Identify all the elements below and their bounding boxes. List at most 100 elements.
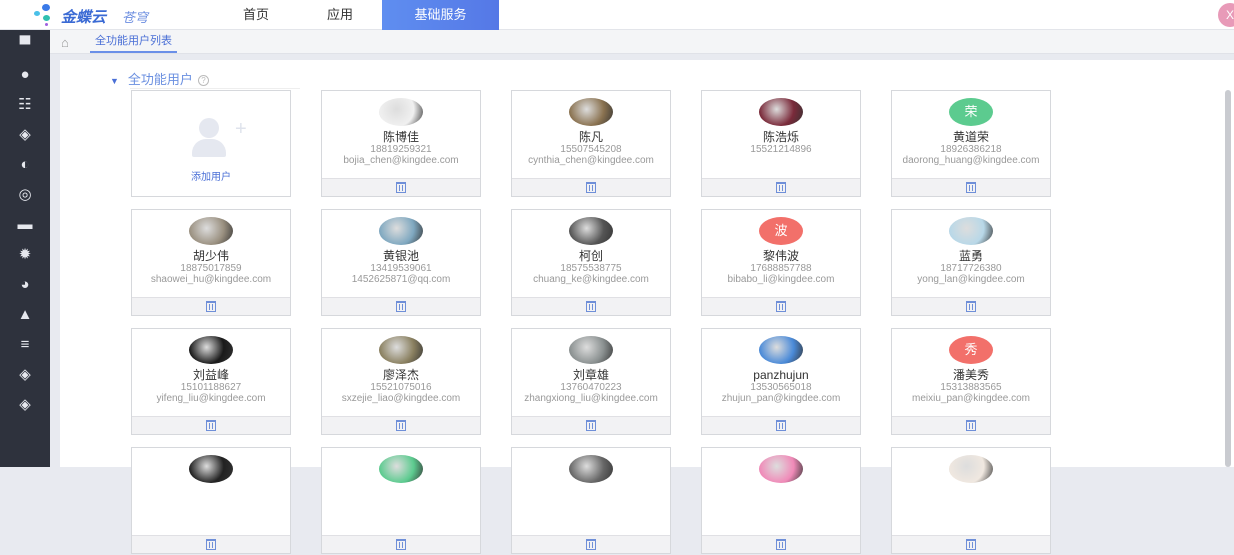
compass-icon[interactable]: ◎ — [15, 187, 35, 203]
logo[interactable]: 金蝶云 苍穹 — [34, 4, 174, 26]
user-email: bojia_chen@kingdee.com — [343, 155, 459, 166]
user-email: meixiu_pan@kingdee.com — [912, 393, 1030, 404]
card-footer — [512, 535, 670, 553]
user-card[interactable]: 黄银池 13419539061 1452625871@qq.com — [321, 209, 481, 316]
user-phone: 15521075016 — [370, 382, 432, 393]
section-title: 全功能用户 — [127, 72, 193, 87]
user-card[interactable]: 刘章雄 13760470223 zhangxiong_liu@kingdee.com — [511, 328, 671, 435]
delete-trash-icon[interactable] — [586, 301, 596, 312]
user-card[interactable] — [891, 447, 1051, 554]
card-footer — [322, 416, 480, 434]
add-user-card[interactable]: + 添加用户 — [131, 90, 291, 197]
user-email: zhangxiong_liu@kingdee.com — [524, 393, 658, 404]
delete-trash-icon[interactable] — [966, 182, 976, 193]
nav-basic-services[interactable]: 基础服务 — [382, 0, 499, 30]
user-avatar: 秀 — [949, 336, 993, 364]
user-card[interactable] — [701, 447, 861, 554]
section-header[interactable]: ▼ 全功能用户? — [110, 69, 209, 88]
gear-icon[interactable]: ✹ — [15, 247, 35, 263]
card-footer — [702, 416, 860, 434]
card-footer — [892, 178, 1050, 196]
user-phone: 13530565018 — [750, 382, 812, 393]
user-phone: 17688857788 — [750, 263, 812, 274]
user-card[interactable]: 荣黄道荣 18926386218 daorong_huang@kingdee.com — [891, 90, 1051, 197]
breadcrumb: ⌂ 全功能用户列表 — [50, 30, 1234, 54]
user-name: 陈凡 — [578, 130, 603, 144]
top-bar: 金蝶云 苍穹 首页 应用 基础服务 X — [0, 0, 1234, 30]
user-card[interactable]: 波黎伟波 17688857788 bibabo_li@kingdee.com — [701, 209, 861, 316]
nav-apps[interactable]: 应用 — [306, 0, 374, 30]
user-avatar — [379, 217, 423, 245]
tab-user-list[interactable]: 全功能用户列表 — [90, 30, 177, 53]
user-card[interactable]: 蓝勇 18717726380 yong_lan@kingdee.com — [891, 209, 1051, 316]
caret-down-icon: ▼ — [110, 76, 119, 86]
user-card[interactable]: 陈凡 15507545208 cynthia_chen@kingdee.com — [511, 90, 671, 197]
list-icon[interactable]: ≡ — [15, 337, 35, 353]
user-phone: 18575538775 — [560, 263, 622, 274]
user-card[interactable] — [321, 447, 481, 554]
user-card[interactable]: 柯创 18575538775 chuang_ke@kingdee.com — [511, 209, 671, 316]
delete-trash-icon[interactable] — [776, 301, 786, 312]
delete-trash-icon[interactable] — [966, 301, 976, 312]
delete-trash-icon[interactable] — [966, 420, 976, 431]
delete-trash-icon[interactable] — [776, 182, 786, 193]
card-footer — [322, 297, 480, 315]
delete-trash-icon[interactable] — [586, 420, 596, 431]
delete-trash-icon[interactable] — [206, 301, 216, 312]
nav-home[interactable]: 首页 — [222, 0, 290, 30]
help-icon[interactable]: ? — [197, 75, 209, 86]
user-avatar — [189, 217, 233, 245]
delete-trash-icon[interactable] — [776, 420, 786, 431]
delete-trash-icon[interactable] — [206, 420, 216, 431]
add-person-icon: + — [191, 118, 247, 158]
delete-trash-icon[interactable] — [396, 182, 406, 193]
user-card[interactable]: panzhujun 13530565018 zhujun_pan@kingdee.c… — [701, 328, 861, 435]
layers-icon[interactable]: ◈ — [15, 397, 35, 413]
user-phone: 13760470223 — [560, 382, 622, 393]
user-card[interactable] — [131, 447, 291, 554]
user-avatar — [569, 217, 613, 245]
delete-trash-icon[interactable] — [396, 539, 406, 550]
scrollbar[interactable] — [1225, 90, 1231, 467]
shield-icon[interactable]: ◐ — [15, 157, 35, 173]
user-phone: 13419539061 — [370, 263, 432, 274]
user-card[interactable]: 陈浩烁 15521214896 — [701, 90, 861, 197]
user-stamp-icon[interactable]: ▲ — [15, 307, 35, 323]
user-email: zhujun_pan@kingdee.com — [721, 393, 841, 404]
user-card[interactable]: 廖泽杰 15521075016 sxzejie_liao@kingdee.com — [321, 328, 481, 435]
user-card[interactable]: 秀潘美秀 15313883565 meixiu_pan@kingdee.com — [891, 328, 1051, 435]
user-card[interactable] — [511, 447, 671, 554]
card-footer — [512, 416, 670, 434]
globe-icon[interactable]: ◕ — [15, 277, 35, 293]
user-name: 廖泽杰 — [382, 368, 419, 382]
user-avatar[interactable]: X — [1218, 3, 1234, 27]
user-email: yong_lan@kingdee.com — [917, 274, 1025, 285]
user-name: 胡少伟 — [192, 249, 229, 263]
desktop-icon[interactable]: ▀ — [15, 37, 35, 53]
delete-trash-icon[interactable] — [586, 539, 596, 550]
user-card[interactable]: 刘益峰 15101188627 yifeng_liu@kingdee.com — [131, 328, 291, 435]
home-icon[interactable]: ⌂ — [61, 35, 69, 50]
sidebar: ▀ ● ☷ ◈ ◐ ◎ ▬ ✹ ◕ ▲ ≡ ◈ ◈ — [0, 30, 50, 467]
card-footer — [132, 416, 290, 434]
layers-icon[interactable]: ◈ — [15, 367, 35, 383]
card-footer — [322, 535, 480, 553]
user-email: shaowei_hu@kingdee.com — [150, 274, 272, 285]
user-avatar: 荣 — [949, 98, 993, 126]
user-phone: 18875017859 — [180, 263, 242, 274]
delete-trash-icon[interactable] — [396, 301, 406, 312]
org-chart-icon[interactable]: ☷ — [15, 97, 35, 113]
delete-trash-icon[interactable] — [586, 182, 596, 193]
user-avatar — [569, 336, 613, 364]
delete-trash-icon[interactable] — [206, 539, 216, 550]
user-icon[interactable]: ● — [15, 67, 35, 83]
delete-trash-icon[interactable] — [966, 539, 976, 550]
user-avatar — [949, 217, 993, 245]
user-card[interactable]: 陈博佳 18819259321 bojia_chen@kingdee.com — [321, 90, 481, 197]
delete-trash-icon[interactable] — [396, 420, 406, 431]
delete-trash-icon[interactable] — [776, 539, 786, 550]
layers-icon[interactable]: ◈ — [15, 127, 35, 143]
card-footer — [702, 178, 860, 196]
monitor-icon[interactable]: ▬ — [15, 217, 35, 233]
user-card[interactable]: 胡少伟 18875017859 shaowei_hu@kingdee.com — [131, 209, 291, 316]
